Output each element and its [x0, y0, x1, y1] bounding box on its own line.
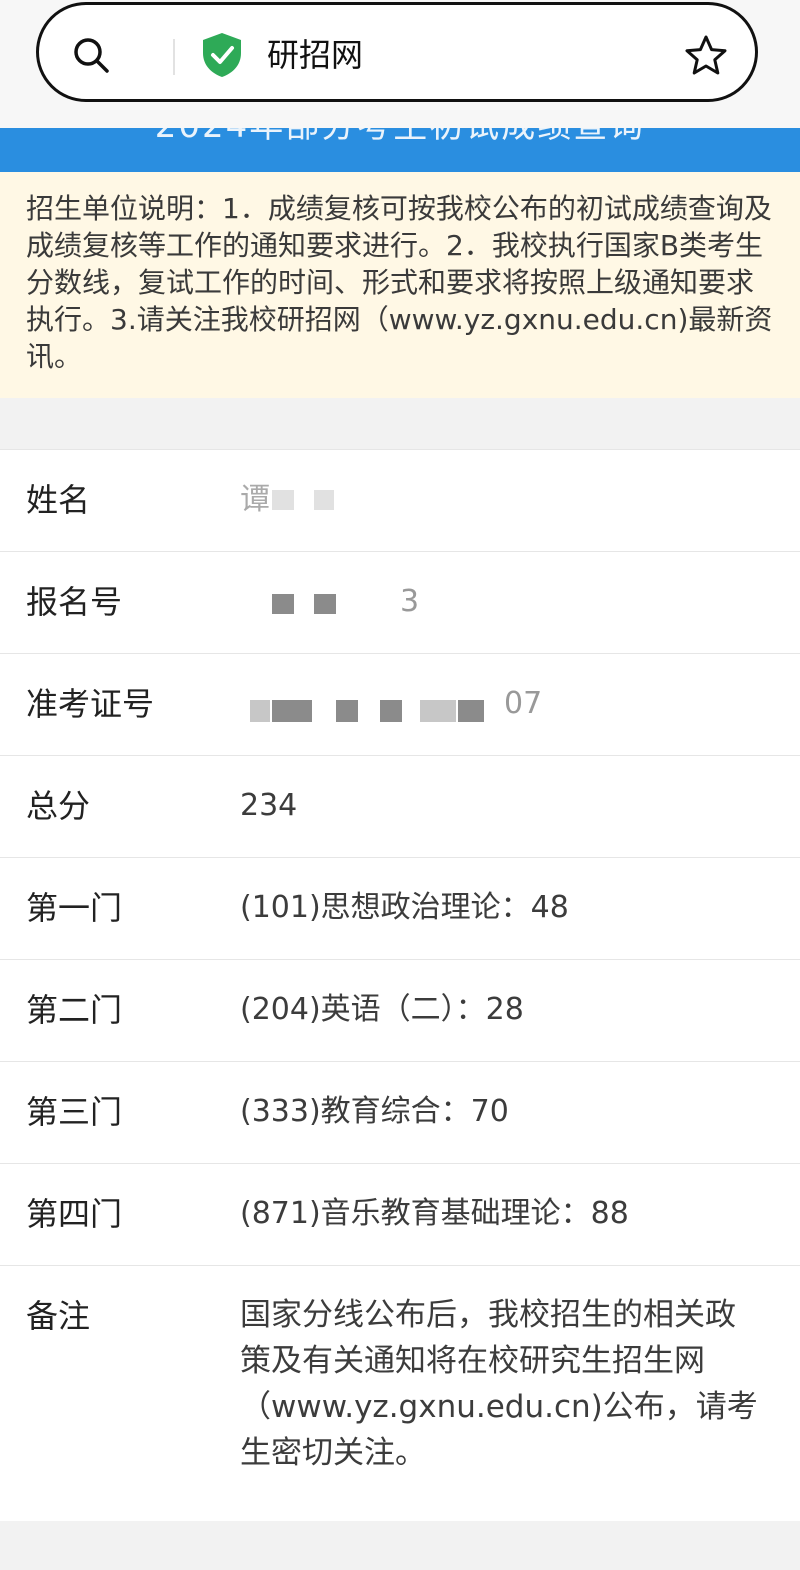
row-subject-3: 第三门 (333)教育综合：70: [0, 1061, 800, 1163]
banner-title: 2024年部分考生初试成绩查询: [0, 128, 800, 148]
label-subject-4: 第四门: [26, 1195, 123, 1233]
site-title[interactable]: 研招网: [267, 35, 363, 75]
row-remark: 备注 国家分线公布后，我校招生的相关政策及有关通知将在校研究生招生网（www.y…: [0, 1265, 800, 1521]
label-total-score: 总分: [26, 787, 91, 825]
redaction-mosaic: [336, 700, 358, 722]
redaction-mosaic: [420, 700, 456, 722]
label-exam-number: 准考证号: [26, 685, 155, 723]
value-exam-number: 07: [504, 686, 543, 721]
notice-box: 招生单位说明：1．成绩复核可按我校公布的初试成绩查询及成绩复核等工作的通知要求进…: [0, 172, 800, 398]
row-total-score: 总分 234: [0, 755, 800, 857]
label-registration-number: 报名号: [26, 583, 123, 621]
redaction-mosaic: [272, 490, 294, 510]
address-divider: [173, 39, 175, 75]
star-bookmark-icon[interactable]: [683, 33, 729, 79]
label-subject-2: 第二门: [26, 991, 123, 1029]
page-banner: 2024年部分考生初试成绩查询: [0, 128, 800, 172]
label-remark: 备注: [26, 1297, 91, 1335]
score-table: 姓名 谭 报名号 3 准考证号 07 总分 234 第一门 (101)思想政治理…: [0, 449, 800, 1521]
shield-check-icon: [203, 33, 241, 77]
redaction-mosaic: [272, 594, 294, 614]
row-registration-number: 报名号 3: [0, 551, 800, 653]
value-subject-4: (871)音乐教育基础理论：88: [240, 1196, 629, 1231]
label-subject-3: 第三门: [26, 1093, 123, 1131]
redaction-mosaic: [250, 700, 270, 722]
row-subject-1: 第一门 (101)思想政治理论：48: [0, 857, 800, 959]
row-subject-4: 第四门 (871)音乐教育基础理论：88: [0, 1163, 800, 1265]
redaction-mosaic: [458, 700, 484, 722]
value-subject-1: (101)思想政治理论：48: [240, 890, 569, 925]
value-total-score: 234: [240, 788, 298, 823]
redaction-mosaic: [380, 700, 402, 722]
row-exam-number: 准考证号 07: [0, 653, 800, 755]
label-subject-1: 第一门: [26, 889, 123, 927]
value-registration-number: 3: [400, 584, 420, 619]
value-subject-2: (204)英语（二）：28: [240, 992, 524, 1027]
redaction-mosaic: [314, 490, 334, 510]
notice-text: 招生单位说明：1．成绩复核可按我校公布的初试成绩查询及成绩复核等工作的通知要求进…: [26, 192, 773, 373]
row-subject-2: 第二门 (204)英语（二）：28: [0, 959, 800, 1061]
label-name: 姓名: [26, 481, 91, 519]
search-icon[interactable]: [71, 35, 111, 75]
redaction-mosaic: [272, 700, 312, 722]
row-name: 姓名 谭: [0, 449, 800, 551]
address-bar[interactable]: 研招网: [36, 2, 758, 102]
value-subject-3: (333)教育综合：70: [240, 1094, 509, 1129]
value-remark: 国家分线公布后，我校招生的相关政策及有关通知将在校研究生招生网（www.yz.g…: [240, 1297, 758, 1471]
value-name: 谭: [240, 482, 270, 517]
redaction-mosaic: [314, 594, 336, 614]
browser-toolbar: 研招网: [0, 0, 800, 128]
